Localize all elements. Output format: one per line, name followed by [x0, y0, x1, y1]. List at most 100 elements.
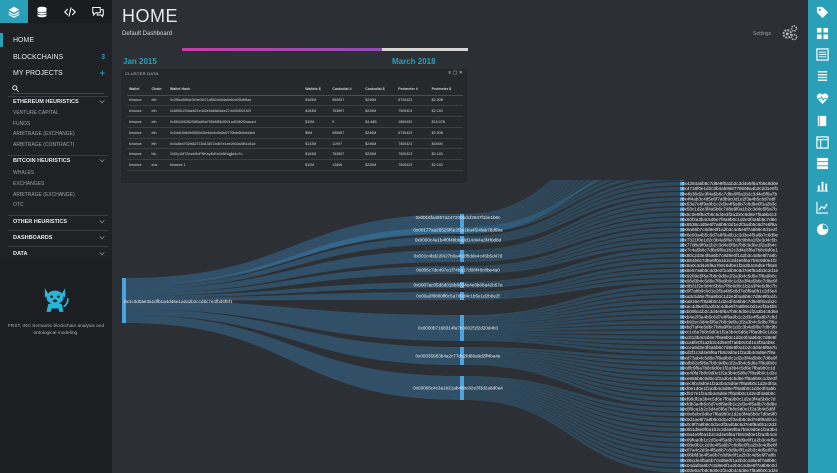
sidebar: HOME BLOCKCHAINS 3 MY PROJECTS + ETHEREU…: [0, 0, 112, 473]
nav-my-projects-label: MY PROJECTS: [13, 69, 63, 77]
group-dashboards[interactable]: DASHBOARDS: [0, 233, 112, 243]
column-header[interactable]: Perimeter #: [396, 84, 430, 96]
table-row[interactable]: binance eos binance 1 $10M 13656 $226M 7505423…: [127, 159, 463, 172]
sidebar-item-funds[interactable]: FUNDS: [13, 121, 30, 127]
panel-controls[interactable]: ≡ ▢ ✕: [448, 70, 463, 76]
layout-icon[interactable]: [815, 135, 829, 149]
tag-icon[interactable]: [815, 5, 829, 19]
dog-logo-icon: [44, 288, 69, 312]
chat-icon[interactable]: [84, 0, 112, 23]
node-label: 0x00066c4c3a1b21ab48bc82e3f3d2a8d0a4: [413, 386, 503, 391]
gears-icon[interactable]: [781, 24, 799, 42]
table-cell: $163M: [303, 105, 331, 118]
heartbeat-icon[interactable]: [815, 91, 829, 105]
table-cell: 9: [330, 116, 364, 128]
divider: [8, 215, 108, 216]
node-label: 0x0007ac05d6d01bb8034e4e6b08a42b57a: [414, 283, 503, 288]
sidebar-icon-bar: [0, 0, 112, 23]
chevron-down-icon: [99, 159, 105, 163]
nav-my-projects[interactable]: MY PROJECTS +: [0, 66, 112, 80]
table-row[interactable]: binance eth 0x0dd16db0b5559d3bebcb4d3a5c07…: [127, 127, 463, 139]
table-cell: $226M: [363, 148, 397, 161]
sidebar-item-exchanges[interactable]: EXCHANGES: [13, 181, 44, 187]
column-header[interactable]: Custodial #: [330, 84, 364, 96]
server-icon[interactable]: [815, 156, 829, 170]
grid-icon[interactable]: [815, 26, 829, 40]
timeline-slider[interactable]: [182, 48, 468, 51]
column-header[interactable]: Chain: [149, 84, 169, 96]
sidebar-item-arbitrage-exchange[interactable]: ARBITRAGE (EXCHANGE): [13, 131, 75, 137]
add-project-button[interactable]: +: [100, 68, 105, 78]
column-header[interactable]: Custodial $: [363, 84, 397, 96]
table-cell: eos: [149, 159, 169, 172]
group-title: ETHEREUM HEURISTICS: [13, 99, 79, 105]
nav-blockchains-label: BLOCKCHAINS: [13, 53, 64, 61]
table-row[interactable]: binance eth 0x56430636205f0a89a795b5f564f0…: [127, 116, 463, 128]
column-header[interactable]: Wallet: [127, 84, 150, 96]
group-bitcoin-heuristics[interactable]: BITCOIN HEURISTICS: [0, 156, 112, 166]
table-body: binance eth 0x3f5ca5f5de3e9e0f471d882dd3da…: [127, 95, 463, 172]
line-chart-icon[interactable]: [815, 200, 829, 214]
table-row[interactable]: binance btc 1NGy1MT2mnb5oPNKsy4bEa4hNNqjjt…: [127, 148, 463, 161]
layers-icon[interactable]: [0, 0, 28, 23]
chevron-down-icon: [99, 100, 105, 104]
table-row[interactable]: binance eth 0x4c8e4702fa52715d13871bdb7e1e…: [127, 138, 463, 150]
table-cell: eth: [149, 116, 169, 128]
table-cell: 0x4c8e4702fa52715d13871bdb7e1ee2b02a3fb1…: [168, 138, 304, 150]
table-cell: 7505423: [396, 148, 430, 161]
sidebar-item-arbitrage-exchange-btc[interactable]: ARBITRAGE (EXCHANGE): [13, 192, 75, 198]
cluster-title: CLUSTER DATA: [125, 71, 159, 76]
table-cell: 960857: [330, 127, 364, 139]
sidebar-item-otc[interactable]: OTC: [13, 202, 24, 208]
column-header[interactable]: Perimeter $: [429, 84, 463, 96]
list-icon[interactable]: [815, 47, 829, 61]
sankey-flow-diagram: 0x1c3d0ae3a1dfb1a4d46e1a2a2b2ccd8c7e4fbd…: [112, 105, 808, 473]
group-ethereum-heuristics[interactable]: ETHEREUM HEURISTICS: [0, 97, 112, 107]
timeline-start-label: Jan 2015: [123, 57, 157, 66]
group-title: BITCOIN HEURISTICS: [13, 158, 71, 164]
pie-chart-icon[interactable]: [815, 222, 829, 236]
group-title: OTHER HEURISTICS: [13, 219, 68, 225]
table-cell: eth: [149, 127, 169, 139]
settings-link[interactable]: Settings: [753, 31, 771, 37]
book-icon[interactable]: [815, 113, 829, 127]
nav-home[interactable]: HOME: [0, 33, 112, 47]
table-cell: $2.30B: [429, 95, 463, 107]
document-list-icon[interactable]: [815, 69, 829, 83]
sidebar-item-arbitrage-contract[interactable]: ARBITRAGE (CONTRACT): [13, 142, 74, 148]
table-cell: binance: [127, 148, 150, 161]
table-cell: binance: [127, 127, 150, 139]
sidebar-item-venture-capital[interactable]: VENTURE CAPITAL: [13, 110, 59, 116]
chevron-down-icon: [99, 252, 105, 256]
node-label: 0x00177aa26525f6e2f2e1ba4f24fab78d5ba: [413, 228, 503, 233]
sidebar-item-whales[interactable]: WHALES: [13, 170, 34, 176]
column-header[interactable]: Wallets $: [303, 84, 331, 96]
sidebar-search[interactable]: [12, 85, 104, 94]
table-cell: $15.07B: [429, 116, 463, 128]
bar-chart-icon[interactable]: [815, 178, 829, 192]
table-cell: 1665492: [396, 116, 430, 128]
table-cell: $246M: [363, 127, 397, 139]
node-label: 0x1c3d0ae3a1dfb1a4d46e1a2a2b2ccd8c7e4fbd…: [124, 299, 233, 304]
table-cell: 763897: [330, 105, 364, 118]
code-icon[interactable]: [56, 0, 84, 23]
database-icon[interactable]: [28, 0, 56, 23]
table-row[interactable]: binance eth 0x6f051234ae621e4d2e9a6fa0abe2…: [127, 105, 463, 118]
divider: [8, 230, 108, 231]
node-label: 0x0016fa4957a247209bdcf2847f1be1b6c: [416, 215, 502, 220]
table-cell: 6735423: [396, 95, 430, 107]
cluster-data-panel: CLUSTER DATA ≡ ▢ ✕ Wallet Chain Wallet Has…: [121, 69, 467, 183]
brand-panel: FRST, INC Semantic blockchain analysis a…: [0, 258, 112, 473]
nav-blockchains[interactable]: BLOCKCHAINS 3: [0, 50, 112, 64]
node-label: 0x03e6a7b8c9d0e1f2a3b4c5d6e7f8a9b0c1d2e: [682, 468, 778, 473]
table-cell: 0x0dd16db0b5559d3bebcb4d3a5c0776fdb6fcbe…: [168, 127, 304, 139]
column-header[interactable]: Wallet Hash: [168, 84, 304, 96]
divider: [8, 246, 108, 247]
page-subtitle: Default Dashboard: [122, 31, 173, 37]
group-other-heuristics[interactable]: OTHER HEURISTICS: [0, 217, 112, 227]
timeline-end-label: March 2018: [392, 57, 436, 66]
table-cell: 0x56430636205f0a89a795b5f564f021ad0362f2…: [168, 116, 304, 128]
chevron-down-icon: [99, 220, 105, 224]
right-toolbar: [808, 0, 837, 473]
table-row[interactable]: binance eth 0x3f5ca5f5de3e9e0f471d882dd3da…: [127, 95, 463, 107]
